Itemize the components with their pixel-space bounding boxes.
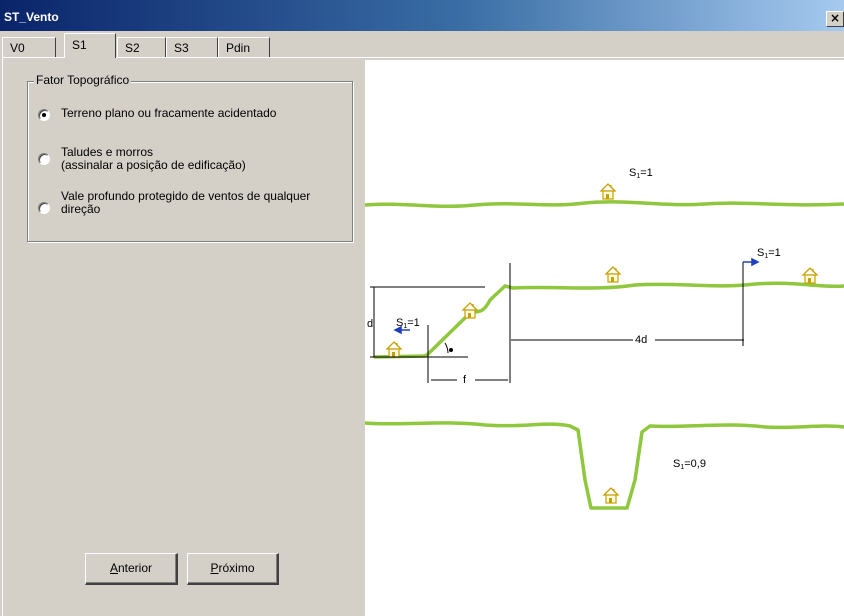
house-icon (605, 266, 621, 283)
angle-theta-icon (449, 348, 453, 352)
dimension-4d-label: 4d (635, 334, 648, 346)
wind-arrow-icon (743, 257, 760, 267)
next-button[interactable]: Próximo (187, 553, 279, 585)
dimension-d-label: d (367, 318, 374, 330)
tab-strip: V0 S1 S2 S3 Pdin (0, 31, 844, 58)
back-button[interactable]: Anterior (85, 553, 178, 585)
window-title: ST_Vento (4, 10, 59, 24)
group-title: Fator Topográfico (34, 73, 132, 87)
house-icon (462, 302, 478, 319)
label-s1-top: S1=1 (629, 167, 653, 180)
title-bar: ST_Vento × (0, 0, 844, 31)
tab-s2[interactable]: S2 (117, 37, 166, 58)
radio-deep-valley[interactable] (38, 202, 50, 214)
dimension-f-label: f (463, 374, 467, 386)
option-label: Terreno plano ou fracamente acidentado (61, 106, 277, 120)
house-icon (600, 183, 616, 200)
tab-v0[interactable]: V0 (2, 37, 56, 58)
house-icon (386, 341, 402, 358)
slope-terrain-line (373, 281, 844, 359)
close-button[interactable]: × (826, 11, 844, 27)
house-icon (802, 267, 818, 284)
house-icon (603, 487, 619, 504)
label-s1-right: S1=1 (757, 247, 781, 260)
tab-s1[interactable]: S1 (64, 33, 116, 58)
close-icon: × (829, 11, 841, 25)
topographic-diagram: S1=1 S1=1 S1=1 S1=0,9 d 4d f (365, 60, 844, 616)
tab-s3[interactable]: S3 (166, 37, 218, 58)
terrain-svg (365, 183, 844, 510)
radio-flat-terrain[interactable] (38, 109, 50, 121)
tab-pdin[interactable]: Pdin (218, 37, 270, 58)
option-label: Vale profundo protegido de ventos de qua… (61, 189, 311, 216)
label-s1-valley: S1=0,9 (673, 458, 706, 471)
radio-slopes-hills[interactable] (38, 153, 50, 165)
option-label: Taludes e morros (assinalar a posição de … (61, 145, 246, 172)
flat-terrain-line (365, 200, 844, 208)
label-s1-slope: S1=1 (396, 317, 420, 330)
